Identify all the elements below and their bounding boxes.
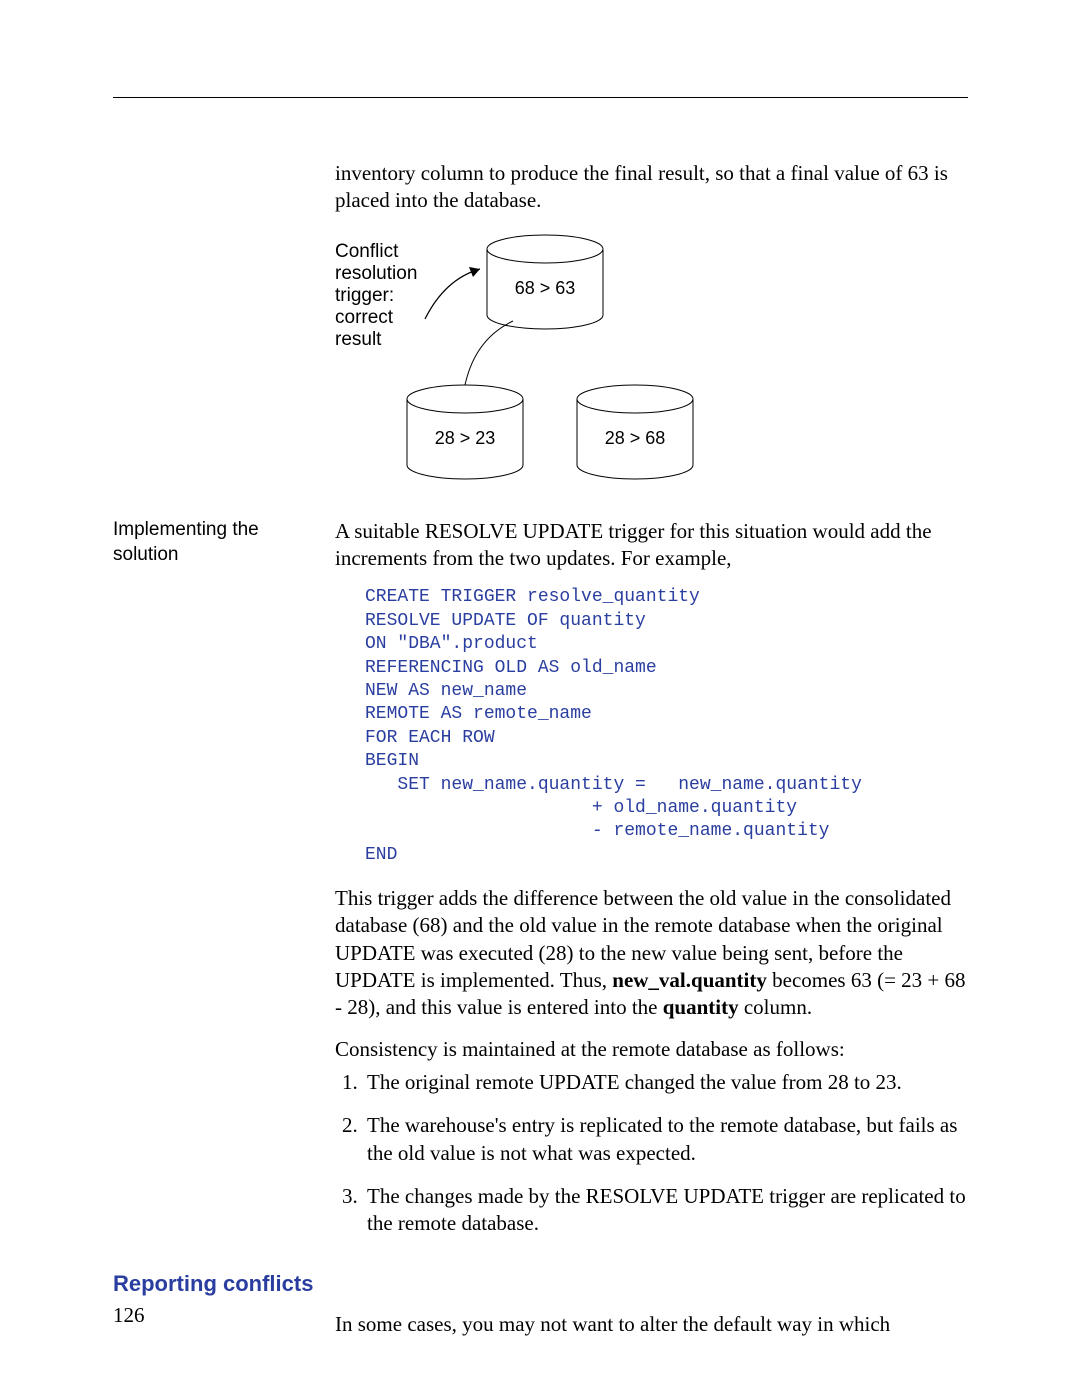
cylinder-bl-label: 28 > 23 bbox=[435, 428, 496, 448]
page: inventory column to produce the final re… bbox=[0, 0, 1080, 1388]
consistency-list: The original remote UPDATE changed the v… bbox=[335, 1069, 968, 1237]
impl-explain: This trigger adds the difference between… bbox=[335, 885, 968, 1021]
impl-explain-d: quantity bbox=[663, 995, 739, 1019]
closing-paragraph: In some cases, you may not want to alter… bbox=[335, 1311, 968, 1338]
diagram-annotation-l1: Conflict bbox=[335, 241, 399, 262]
top-rule bbox=[113, 97, 968, 98]
cylinder-br-label: 28 > 68 bbox=[605, 428, 666, 448]
list-item: The changes made by the RESOLVE UPDATE t… bbox=[363, 1183, 968, 1238]
closing-row: In some cases, you may not want to alter… bbox=[113, 1311, 968, 1352]
cylinder-top-label: 68 > 63 bbox=[515, 278, 576, 298]
diagram-svg: Conflict resolution trigger: correct res… bbox=[335, 229, 775, 489]
diagram-annotation-l3: trigger: bbox=[335, 285, 394, 306]
consistency-intro: Consistency is maintained at the remote … bbox=[335, 1036, 968, 1063]
code-block: CREATE TRIGGER resolve_quantity RESOLVE … bbox=[365, 586, 968, 867]
diagram-annotation-l4: correct bbox=[335, 307, 394, 328]
impl-intro: A suitable RESOLVE UPDATE trigger for th… bbox=[335, 518, 968, 573]
content-area: inventory column to produce the final re… bbox=[113, 160, 968, 1353]
impl-row: Implementing the solution A suitable RES… bbox=[113, 518, 968, 1254]
intro-paragraph: inventory column to produce the final re… bbox=[335, 160, 968, 215]
page-number: 126 bbox=[113, 1303, 145, 1328]
impl-explain-e: column. bbox=[739, 995, 813, 1019]
impl-explain-b: new_val.quantity bbox=[612, 968, 767, 992]
diagram: Conflict resolution trigger: correct res… bbox=[335, 229, 968, 496]
diagram-annotation-l5: result bbox=[335, 329, 382, 350]
intro-row: inventory column to produce the final re… bbox=[113, 160, 968, 518]
list-item: The original remote UPDATE changed the v… bbox=[363, 1069, 968, 1096]
list-item: The warehouse's entry is replicated to t… bbox=[363, 1112, 968, 1167]
pointer-line bbox=[425, 269, 480, 319]
subheading-reporting: Reporting conflicts bbox=[113, 1271, 968, 1297]
connector-line bbox=[465, 321, 513, 385]
side-label-impl: Implementing the solution bbox=[113, 518, 335, 567]
diagram-annotation-l2: resolution bbox=[335, 263, 417, 284]
